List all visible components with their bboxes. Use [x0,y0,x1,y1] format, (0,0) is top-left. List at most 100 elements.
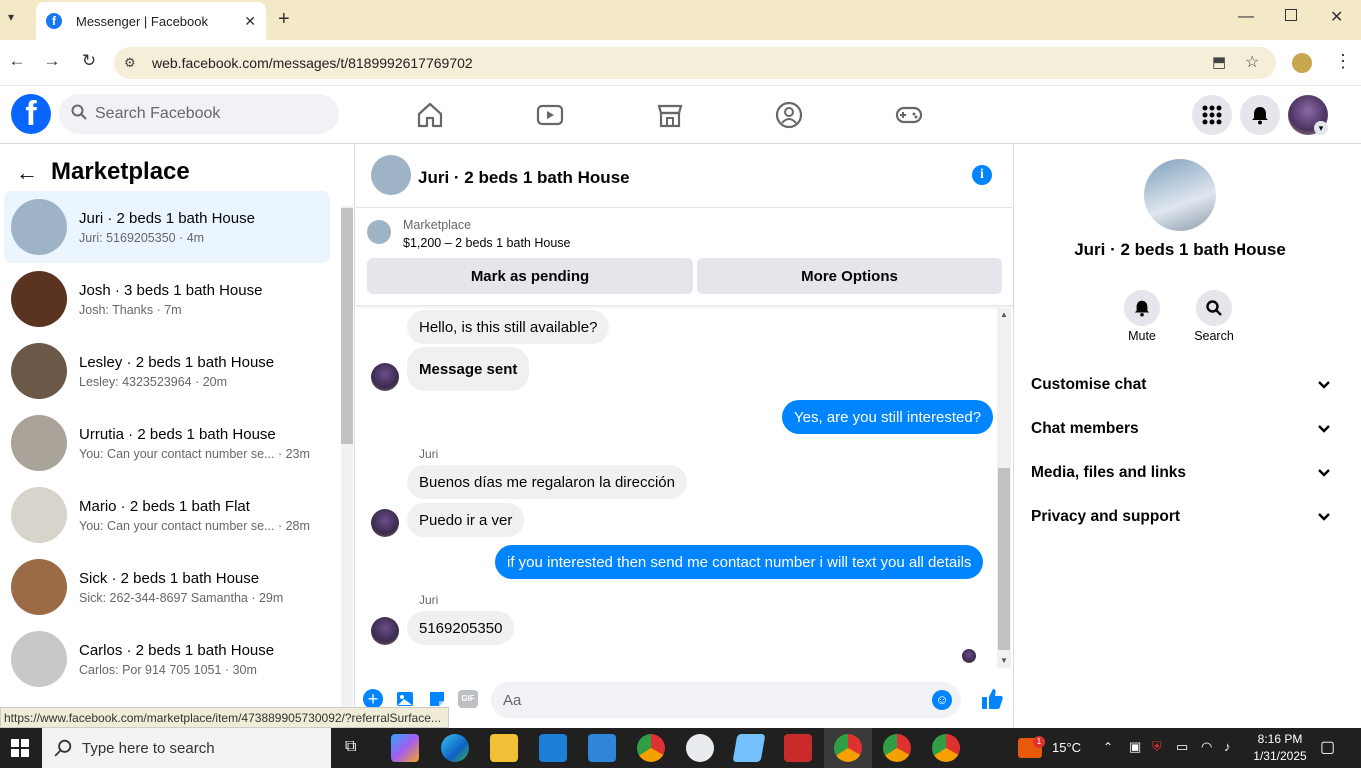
conversation-item[interactable]: Carlos · 2 beds 1 bath House Carlos: Por … [4,623,330,695]
search-in-chat-button[interactable] [1196,290,1232,326]
emoji-icon[interactable]: ☺ [932,690,952,710]
conversation-name: Juri · 2 beds 1 bath House [79,209,255,227]
facebook-logo-icon[interactable]: f [11,94,51,134]
message-bubble-incoming[interactable]: Hello, is this still available? [407,310,610,344]
copilot-app-icon[interactable] [391,734,419,762]
chrome-app-icon[interactable] [883,734,911,762]
grid-icon [1202,105,1222,125]
chat-avatar[interactable] [371,155,411,195]
info-icon[interactable]: i [972,165,992,185]
conversation-preview: You: Can your contact number se... · 23m [79,446,310,461]
close-window-button[interactable]: ✕ [1330,7,1343,27]
details-section[interactable]: Privacy and support [1031,495,1331,539]
details-section[interactable]: Chat members [1031,407,1331,451]
back-arrow-icon[interactable]: ← [16,160,38,186]
notes-app-icon[interactable] [732,734,766,762]
listing-price[interactable]: $1,200 – 2 beds 1 bath House [403,236,571,250]
message-bubble-incoming[interactable]: Message sent [407,347,530,391]
list-scrollbar[interactable] [341,206,353,728]
list-scrollbar-thumb[interactable] [341,208,353,444]
install-app-icon[interactable]: ⬒ [1212,53,1226,71]
details-section[interactable]: Media, files and links [1031,451,1331,495]
microsoft-store-app-icon[interactable] [539,734,567,762]
tab-search-chevron-icon[interactable]: ▾ [8,10,14,24]
scroll-down-icon[interactable]: ▼ [1000,656,1008,665]
site-info-icon[interactable]: ⚙ [124,55,136,71]
chat-scrollbar-thumb[interactable] [998,468,1010,650]
profile-avatar-icon[interactable] [1292,53,1312,73]
message-bubble-outgoing[interactable]: if you interested then send me contact n… [495,545,984,579]
account-chevron-icon[interactable]: ▾ [1314,121,1328,135]
mark-as-pending-button[interactable]: Mark as pending [367,258,693,294]
more-options-button[interactable]: More Options [697,258,1002,294]
network-icon[interactable]: ◠ [1201,739,1212,755]
clock-time[interactable]: 8:16 PM [1252,732,1308,746]
chrome-app-icon[interactable] [637,734,665,762]
tab-messenger[interactable]: f Messenger | Facebook ✕ [36,2,266,40]
facebook-search-input[interactable]: Search Facebook [59,94,339,134]
listing-thumbnail[interactable] [367,220,391,244]
new-tab-button[interactable]: + [278,8,290,31]
menu-grid-button[interactable] [1192,95,1232,135]
gif-icon[interactable]: GIF [458,690,478,708]
chrome-app-icon[interactable] [932,734,960,762]
message-input[interactable]: Aa ☺ [491,682,961,718]
conversation-preview: You: Can your contact number se... · 28m [79,518,310,533]
conversation-item[interactable]: Juri · 2 beds 1 bath House Juri: 51692053… [4,191,330,263]
conversation-item[interactable]: Mario · 2 beds 1 bath Flat You: Can your … [4,479,330,551]
task-view-icon[interactable]: ⧉ [345,738,356,756]
notification-center-icon[interactable]: ▢ [1320,737,1335,757]
message-bubble-outgoing[interactable]: Yes, are you still interested? [782,400,994,434]
details-section[interactable]: Customise chat [1031,363,1331,407]
minimize-button[interactable]: — [1238,8,1254,26]
windows-start-icon[interactable] [11,739,29,757]
sticker-icon[interactable] [427,689,447,709]
edge-app-icon[interactable] [441,734,469,762]
mute-button[interactable] [1124,290,1160,326]
taskbar-search-box[interactable]: Type here to search [42,728,331,768]
photo-icon[interactable] [395,689,415,709]
battery-icon[interactable]: ▭ [1176,739,1188,755]
notifications-button[interactable] [1240,95,1280,135]
message-bubble-incoming[interactable]: 5169205350 [407,611,515,645]
reload-button[interactable]: ↻ [77,51,101,71]
chat-scrollbar[interactable]: ▲ ▼ [997,308,1011,668]
conversation-item[interactable]: Urrutia · 2 beds 1 bath House You: Can yo… [4,407,330,479]
add-more-icon[interactable]: + [363,689,383,709]
forward-button[interactable]: → [40,51,64,71]
close-tab-icon[interactable]: ✕ [244,13,256,30]
chrome-app-icon[interactable] [834,734,862,762]
security-icon[interactable]: ⛨ [1152,739,1162,755]
recorder-app-icon[interactable] [784,734,812,762]
video-icon[interactable] [535,100,565,130]
chevron-down-icon [1318,469,1330,477]
browser-menu-icon[interactable]: ⋮ [1334,51,1352,72]
back-button[interactable]: ← [5,51,29,71]
scroll-up-icon[interactable]: ▲ [1000,310,1008,319]
chat-title[interactable]: Juri · 2 beds 1 bath House [418,168,630,188]
conversation-item[interactable]: Josh · 3 beds 1 bath House Josh: Thanks ·… [4,263,330,335]
paint-app-icon[interactable] [686,734,714,762]
file-explorer-app-icon[interactable] [490,734,518,762]
groups-icon[interactable] [774,100,804,130]
message-bubble-incoming[interactable]: Buenos días me regalaron la dirección [407,465,687,499]
message-input-placeholder: Aa [503,691,522,709]
gaming-icon[interactable] [894,100,924,130]
maximize-button[interactable] [1285,9,1297,21]
temperature[interactable]: 15°C [1052,740,1081,755]
marketplace-icon[interactable] [655,100,685,130]
address-bar[interactable]: ⚙ web.facebook.com/messages/t/8189992617… [114,47,1276,79]
show-hidden-icons-icon[interactable]: ⌃ [1103,740,1113,754]
home-icon[interactable] [415,100,445,130]
meet-now-icon[interactable]: ▣ [1129,739,1141,755]
message-bubble-incoming[interactable]: Puedo ir a ver [407,503,525,537]
conversation-item[interactable]: Sick · 2 beds 1 bath House Sick: 262-344-… [4,551,330,623]
mail-app-icon[interactable] [588,734,616,762]
clock-date[interactable]: 1/31/2025 [1248,749,1312,763]
like-thumbs-up-icon[interactable] [980,687,1004,711]
bookmark-star-icon[interactable]: ☆ [1245,52,1259,72]
details-avatar[interactable] [1144,159,1216,231]
listing-thumbnail [11,631,67,687]
conversation-item[interactable]: Lesley · 2 beds 1 bath House Lesley: 4323… [4,335,330,407]
volume-icon[interactable]: ♪ [1224,739,1231,754]
